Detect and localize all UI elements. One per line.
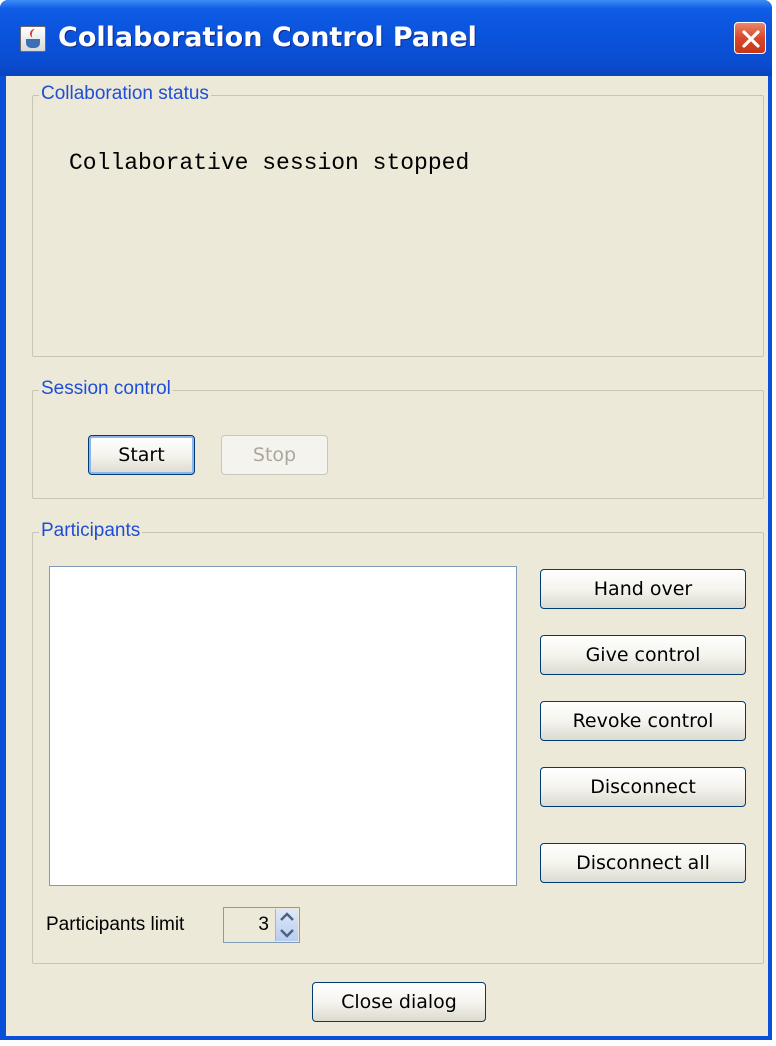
- spinner-arrows[interactable]: [275, 909, 298, 941]
- session-control-label: Session control: [39, 378, 173, 400]
- close-dialog-button[interactable]: Close dialog: [312, 982, 486, 1022]
- java-coffee-cup-icon[interactable]: [20, 26, 46, 52]
- participants-limit-label: Participants limit: [46, 914, 185, 935]
- title-bar[interactable]: Collaboration Control Panel: [0, 0, 772, 76]
- window-title: Collaboration Control Panel: [58, 22, 477, 53]
- collaboration-status-group: Collaboration status Collaborative sessi…: [32, 83, 764, 357]
- collaboration-status-label: Collaboration status: [39, 83, 211, 105]
- revoke-control-button[interactable]: Revoke control: [540, 701, 746, 741]
- disconnect-button[interactable]: Disconnect: [540, 767, 746, 807]
- disconnect-all-button[interactable]: Disconnect all: [540, 843, 746, 883]
- participants-list[interactable]: [49, 566, 517, 886]
- start-button[interactable]: Start: [88, 435, 195, 475]
- participants-limit-value[interactable]: 3: [258, 914, 269, 936]
- stop-button[interactable]: Stop: [221, 435, 328, 475]
- dialog-window: Collaboration Control Panel Collaboratio…: [0, 0, 772, 1040]
- spin-up-arrow-icon[interactable]: [276, 909, 298, 925]
- participants-label: Participants: [39, 520, 143, 542]
- close-x-icon: [742, 30, 760, 48]
- hand-over-button[interactable]: Hand over: [540, 569, 746, 609]
- give-control-button[interactable]: Give control: [540, 635, 746, 675]
- close-window-button[interactable]: [734, 22, 766, 54]
- spin-down-arrow-icon[interactable]: [276, 925, 298, 941]
- session-status-text: Collaborative session stopped: [69, 150, 470, 176]
- participants-limit-spinner[interactable]: 3: [223, 907, 300, 943]
- dialog-content: Collaboration status Collaborative sessi…: [6, 76, 768, 1036]
